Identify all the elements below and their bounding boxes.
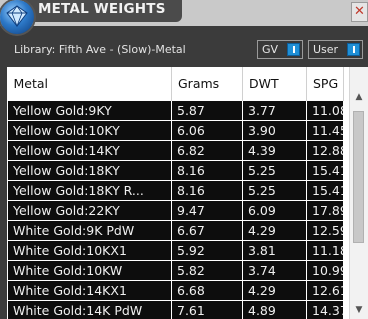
table-row[interactable]: White Gold:10KW5.823.7410.99 [7, 260, 344, 281]
cell-spg: 12.61 [306, 280, 344, 301]
column-header-dwt[interactable]: DWT [242, 67, 307, 101]
vertical-scrollbar[interactable]: ▲ ▼ [349, 67, 368, 319]
cell-grams: 7.61 [171, 300, 243, 319]
window-title: METAL WEIGHTS [38, 1, 166, 17]
table-row[interactable]: White Gold:14KX16.684.2912.61 [7, 280, 344, 301]
cell-dwt: 4.39 [242, 140, 307, 161]
close-button[interactable]: ✕ [351, 2, 368, 22]
table-row[interactable]: Yellow Gold:10KY6.063.9011.45 [7, 120, 344, 141]
cell-grams: 5.82 [171, 260, 243, 281]
cell-metal: White Gold:14KX1 [7, 280, 172, 301]
cell-grams: 6.06 [171, 120, 243, 141]
cell-dwt: 3.77 [242, 100, 307, 121]
table-header-row: Metal Grams DWT SPG [7, 67, 344, 101]
cell-dwt: 3.90 [242, 120, 307, 141]
scroll-up-icon[interactable]: ▲ [350, 89, 368, 106]
cell-grams: 6.68 [171, 280, 243, 301]
cell-metal: Yellow Gold:14KY [7, 140, 172, 161]
cell-metal: Yellow Gold:18KY [7, 160, 172, 181]
table-row[interactable]: Yellow Gold:18KY R...8.165.2515.41 [7, 180, 344, 201]
app-logo-icon [0, 0, 34, 34]
toggle-on-icon [347, 43, 360, 56]
cell-metal: White Gold:9K PdW [7, 220, 172, 241]
cell-spg: 15.41 [306, 180, 344, 201]
cell-grams: 5.87 [171, 100, 243, 121]
cell-grams: 8.16 [171, 180, 243, 201]
library-label: Library: Fifth Ave - (Slow)-Metal [14, 43, 186, 56]
cell-metal: Yellow Gold:10KY [7, 120, 172, 141]
cell-grams: 9.47 [171, 200, 243, 221]
cell-spg: 15.41 [306, 160, 344, 181]
cell-grams: 8.16 [171, 160, 243, 181]
user-toggle[interactable]: User [308, 40, 363, 59]
cell-dwt: 4.29 [242, 220, 307, 241]
cell-spg: 17.89 [306, 200, 344, 221]
cell-spg: 11.45 [306, 120, 344, 141]
gv-toggle[interactable]: GV [257, 40, 303, 59]
cell-dwt: 5.25 [242, 160, 307, 181]
cell-spg: 12.88 [306, 140, 344, 161]
metal-table: Metal Grams DWT SPG Yellow Gold:9KY 5.87 3… [7, 67, 368, 319]
table-row[interactable]: White Gold:14K PdW7.614.8914.37 [7, 300, 344, 319]
cell-metal: White Gold:10KX1 [7, 240, 172, 261]
cell-metal: Yellow Gold:18KY R... [7, 180, 172, 201]
scrollbar-thumb[interactable] [353, 111, 364, 243]
cell-spg: 10.99 [306, 260, 344, 281]
column-header-metal[interactable]: Metal [7, 67, 172, 101]
cell-spg: 11.18 [306, 240, 344, 261]
table-row[interactable]: White Gold:9K PdW6.674.2912.59 [7, 220, 344, 241]
cell-dwt: 6.09 [242, 200, 307, 221]
table-row[interactable]: Yellow Gold:9KY5.873.7711.08 [7, 100, 344, 121]
cell-metal: Yellow Gold:22KY [7, 200, 172, 221]
cell-dwt: 3.74 [242, 260, 307, 281]
title-bar: METAL WEIGHTS ✕ [0, 0, 368, 26]
column-header-grams[interactable]: Grams [171, 67, 243, 101]
cell-spg: 11.08 [306, 100, 344, 121]
table-row[interactable]: Yellow Gold:14KY6.824.3912.88 [7, 140, 344, 161]
table-body: Yellow Gold:9KY5.873.7711.08Yellow Gold:… [7, 100, 344, 319]
cell-grams: 6.82 [171, 140, 243, 161]
cell-metal: White Gold:10KW [7, 260, 172, 281]
table-row[interactable]: White Gold:10KX15.923.8111.18 [7, 240, 344, 261]
toggle-on-icon [287, 43, 300, 56]
cell-grams: 6.67 [171, 220, 243, 241]
user-toggle-label: User [313, 43, 339, 56]
scroll-down-icon[interactable]: ▼ [350, 302, 368, 319]
cell-spg: 14.37 [306, 300, 344, 319]
table-row[interactable]: Yellow Gold:18KY8.165.2515.41 [7, 160, 344, 181]
gv-toggle-label: GV [262, 43, 279, 56]
cell-dwt: 4.89 [242, 300, 307, 319]
cell-metal: White Gold:14K PdW [7, 300, 172, 319]
cell-dwt: 3.81 [242, 240, 307, 261]
metal-weights-window: METAL WEIGHTS ✕ Library: Fifth Ave - (Sl… [0, 0, 368, 319]
cell-spg: 12.59 [306, 220, 344, 241]
cell-metal: Yellow Gold:9KY [7, 100, 172, 121]
cell-grams: 5.92 [171, 240, 243, 261]
metal-weights-table: Metal Grams DWT SPG Yellow Gold:9KY 5.87 3… [7, 67, 344, 319]
cell-dwt: 4.29 [242, 280, 307, 301]
cell-dwt: 5.25 [242, 180, 307, 201]
table-row[interactable]: Yellow Gold:22KY9.476.0917.89 [7, 200, 344, 221]
diamond-icon [6, 5, 28, 27]
column-header-spg[interactable]: SPG [306, 67, 344, 101]
